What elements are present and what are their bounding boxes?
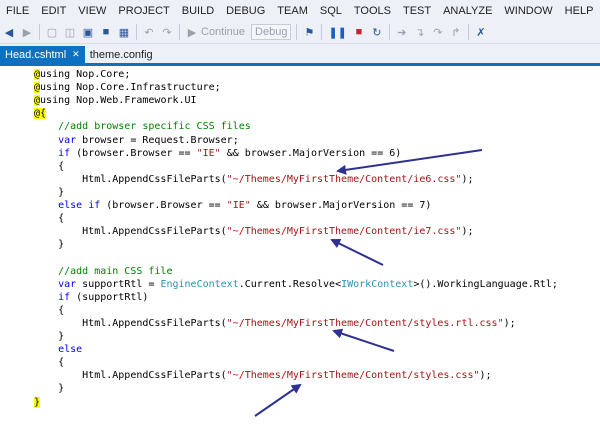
arrow [336,149,483,175]
arrow [330,239,384,266]
arrow [254,383,302,417]
annotation-arrows [254,149,483,417]
arrow [332,328,395,352]
